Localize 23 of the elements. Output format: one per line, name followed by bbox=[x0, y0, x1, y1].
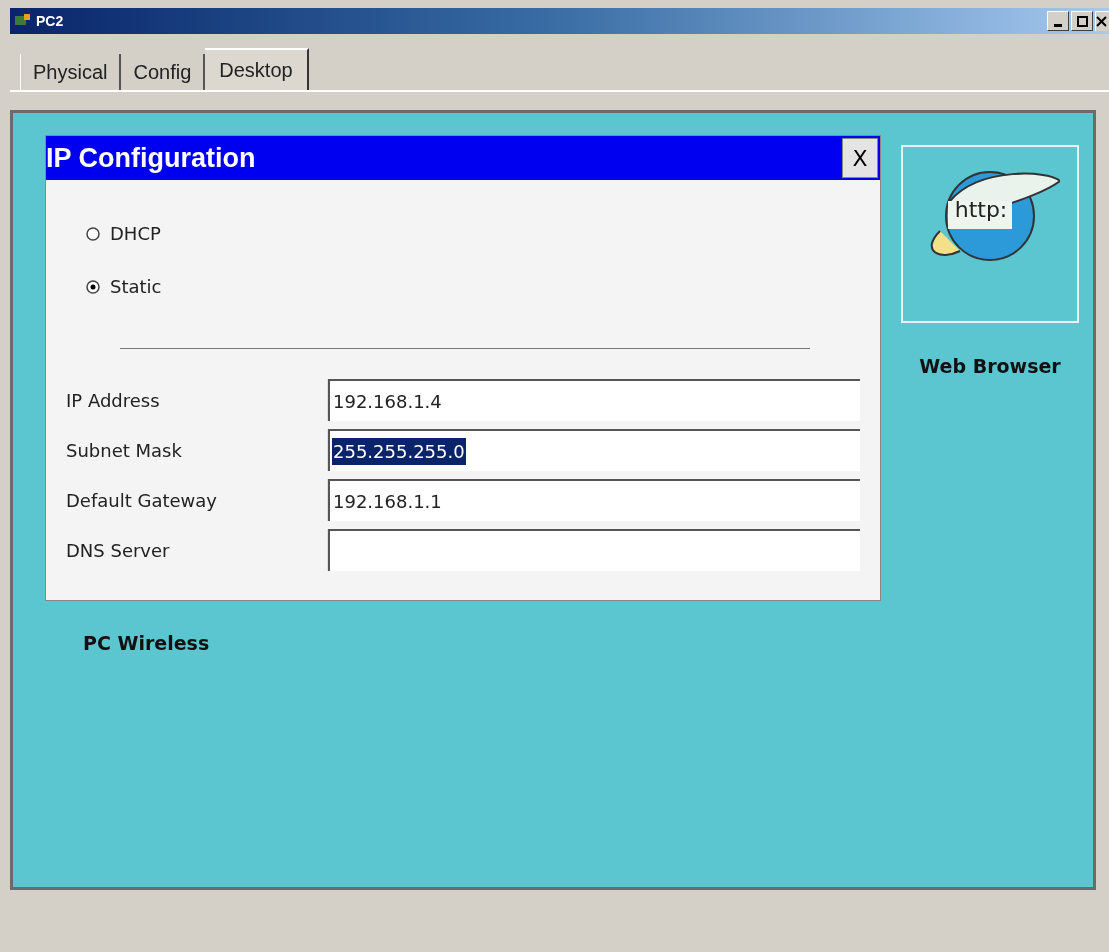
close-icon bbox=[1096, 16, 1107, 27]
close-button[interactable]: X bbox=[842, 138, 878, 178]
input-field[interactable]: 192.168.1.4 bbox=[328, 379, 860, 421]
radio-label: Static bbox=[110, 275, 162, 299]
tab[interactable]: Physical bbox=[20, 54, 122, 90]
maximize-button[interactable] bbox=[1071, 11, 1093, 31]
app-label: Web Browser bbox=[919, 354, 1061, 379]
input-field[interactable]: 255.255.255.0 bbox=[328, 429, 860, 471]
tab[interactable]: Desktop bbox=[205, 48, 309, 90]
maximize-icon bbox=[1076, 15, 1088, 27]
minimize-icon bbox=[1054, 24, 1062, 27]
app-label: PC Wireless bbox=[83, 632, 210, 654]
dialog-title: IP Configuration bbox=[46, 141, 256, 175]
radio-label: DHCP bbox=[110, 222, 161, 246]
close-button[interactable] bbox=[1095, 11, 1109, 31]
radio-button[interactable] bbox=[86, 226, 100, 241]
window-title: PC2 bbox=[36, 11, 64, 31]
web-browser-button[interactable] bbox=[901, 145, 1079, 323]
minimize-button[interactable] bbox=[1047, 11, 1069, 31]
radio-button[interactable] bbox=[86, 279, 100, 294]
input-field[interactable] bbox=[328, 529, 860, 571]
input-field[interactable]: 192.168.1.1 bbox=[328, 479, 860, 521]
icon-caption: http: bbox=[954, 196, 1008, 224]
